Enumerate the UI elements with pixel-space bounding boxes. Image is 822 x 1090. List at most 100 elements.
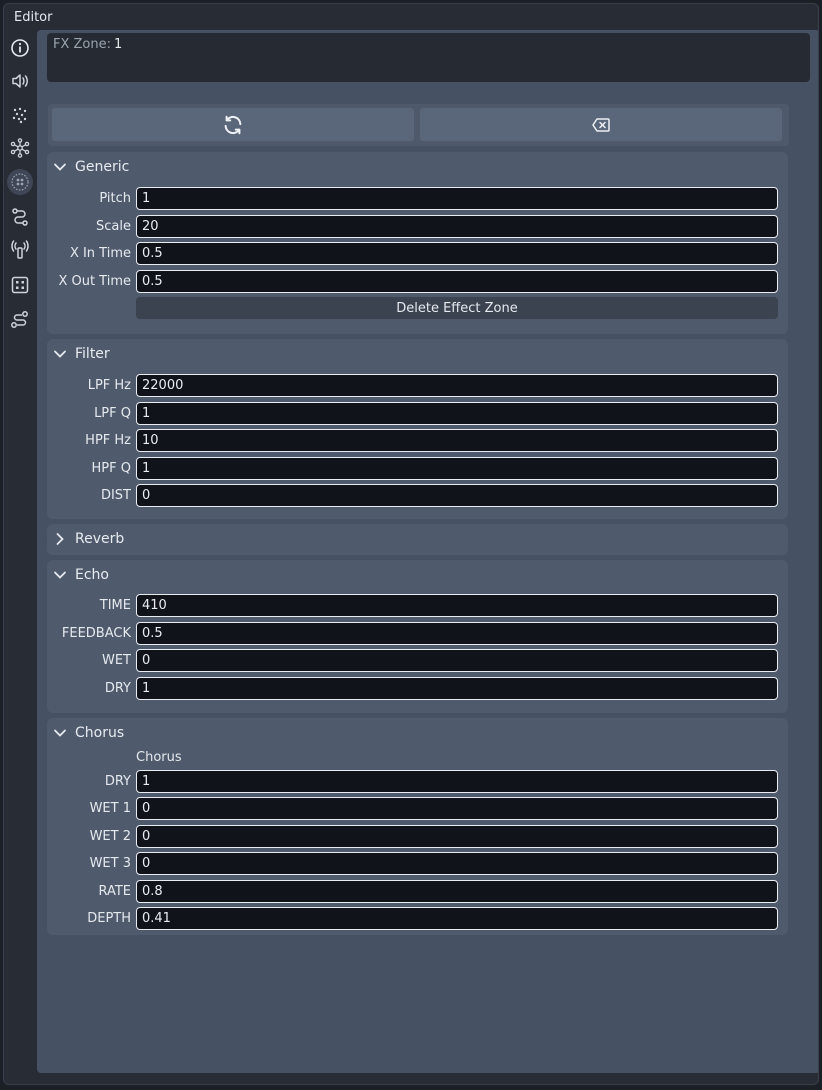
field-row: WET 1 0 — [47, 797, 788, 820]
chorus-wet3-input[interactable]: 0 — [136, 852, 778, 875]
field-label: HPF Hz — [85, 433, 131, 448]
speaker-icon[interactable] — [7, 68, 33, 94]
antenna-icon[interactable] — [7, 237, 33, 263]
section-generic-header[interactable]: Generic — [53, 156, 129, 178]
delete-effect-zone-button[interactable]: Delete Effect Zone — [136, 297, 778, 319]
field-label: WET 2 — [89, 829, 131, 844]
path-icon[interactable] — [7, 204, 33, 230]
fx-zone-header: FX Zone: 1 — [47, 33, 810, 82]
field-row: RATE 0.8 — [47, 880, 788, 903]
field-label: Pitch — [99, 191, 131, 206]
chevron-down-icon — [54, 163, 66, 171]
lpf-q-input[interactable]: 1 — [136, 402, 778, 425]
editor-window: Editor FX Zone: 1 Generic Pitch 1 Scale … — [3, 3, 819, 1085]
refresh-icon — [224, 115, 242, 134]
field-row: DRY 1 — [47, 770, 788, 793]
info-icon[interactable] — [7, 35, 33, 61]
field-row: X In Time 0.5 — [47, 242, 788, 265]
refresh-button[interactable] — [52, 108, 414, 141]
scale-input[interactable]: 20 — [136, 215, 778, 238]
pitch-input[interactable]: 1 — [136, 187, 778, 210]
field-label: DIST — [100, 488, 131, 503]
hpf-hz-input[interactable]: 10 — [136, 429, 778, 452]
section-chorus: Chorus Chorus DRY 1 WET 10 WET 20 WET 30 … — [47, 718, 788, 935]
backspace-icon — [592, 117, 610, 132]
field-label: TIME — [99, 598, 131, 613]
field-label: RATE — [98, 884, 131, 899]
chorus-rate-input[interactable]: 0.8 — [136, 880, 778, 903]
field-row: LPF Hz 22000 — [47, 374, 788, 397]
field-label: Scale — [96, 219, 131, 234]
dist-input[interactable]: 0 — [136, 484, 778, 507]
section-title: Echo — [75, 567, 109, 583]
field-row: DEPTH 0.41 — [47, 907, 788, 930]
dots-grid-icon[interactable] — [7, 102, 33, 128]
echo-wet-input[interactable]: 0 — [136, 649, 778, 672]
fx-zone-label: FX Zone: — [53, 37, 111, 52]
clear-button[interactable] — [420, 108, 782, 141]
fx-zone-value: 1 — [114, 37, 123, 52]
field-label: FEEDBACK — [61, 626, 131, 641]
section-title: Chorus — [75, 725, 125, 741]
chorus-wet2-input[interactable]: 0 — [136, 825, 778, 848]
echo-dry-input[interactable]: 1 — [136, 677, 778, 700]
field-row: WET 3 0 — [47, 852, 788, 875]
field-label: WET 1 — [89, 801, 131, 816]
field-row: Pitch 1 — [47, 187, 788, 210]
field-label: X In Time — [69, 246, 131, 261]
field-row: Scale 20 — [47, 215, 788, 238]
field-label: WET 3 — [89, 856, 131, 871]
sidebar — [4, 30, 36, 1080]
effect-zone-icon[interactable] — [7, 169, 33, 195]
window-title: Editor — [14, 10, 53, 25]
section-echo-header[interactable]: Echo — [53, 564, 109, 586]
dice-icon[interactable] — [7, 272, 33, 298]
field-label: LPF Hz — [87, 378, 131, 393]
field-row: X Out Time 0.5 — [47, 270, 788, 293]
section-title: Filter — [75, 346, 110, 362]
section-filter: Filter LPF Hz 22000 LPF Q1 HPF Hz 10 HPF Q… — [47, 339, 788, 519]
field-row: HPF Q 1 — [47, 457, 788, 480]
network-icon[interactable] — [7, 135, 33, 161]
section-chorus-header[interactable]: Chorus — [53, 722, 124, 744]
field-label: DRY — [104, 681, 131, 696]
field-label: HPF Q — [91, 461, 131, 476]
field-row: DRY 1 — [47, 677, 788, 700]
field-row: WET 0 — [47, 649, 788, 672]
chorus-subtitle: Chorus — [136, 750, 182, 765]
chevron-down-icon — [54, 729, 66, 737]
x-in-time-input[interactable]: 0.5 — [136, 242, 778, 265]
route-icon[interactable] — [7, 307, 33, 333]
chorus-wet1-input[interactable]: 0 — [136, 797, 778, 820]
field-row: TIME 410 — [47, 594, 788, 617]
chevron-right-icon — [56, 533, 64, 545]
section-reverb-header[interactable]: Reverb — [53, 528, 124, 550]
chorus-dry-input[interactable]: 1 — [136, 770, 778, 793]
field-row: HPF Hz 10 — [47, 429, 788, 452]
field-row: LPF Q 1 — [47, 402, 788, 425]
editor-panel: FX Zone: 1 Generic Pitch 1 Scale 20 X In T… — [37, 30, 818, 1073]
field-label: DEPTH — [87, 911, 131, 926]
echo-feedback-input[interactable]: 0.5 — [136, 622, 778, 645]
section-reverb[interactable]: Reverb — [47, 524, 788, 555]
section-generic: Generic Pitch 1 Scale 20 X In Time 0.5 X Ou… — [47, 152, 788, 334]
echo-time-input[interactable]: 410 — [136, 594, 778, 617]
chorus-depth-input[interactable]: 0.41 — [136, 907, 778, 930]
hpf-q-input[interactable]: 1 — [136, 457, 778, 480]
toolbar — [48, 104, 789, 146]
field-label: LPF Q — [94, 406, 131, 421]
lpf-hz-input[interactable]: 22000 — [136, 374, 778, 397]
x-out-time-input[interactable]: 0.5 — [136, 270, 778, 293]
field-row: DIST 0 — [47, 484, 788, 507]
section-filter-header[interactable]: Filter — [53, 343, 110, 365]
field-label: WET — [101, 653, 131, 668]
chevron-down-icon — [54, 571, 66, 579]
field-label: DRY — [104, 774, 131, 789]
chevron-down-icon — [54, 350, 66, 358]
title-bar: Editor — [4, 4, 818, 30]
section-echo: Echo TIME 410 FEEDBACK 0.5 WET 0 DRY 1 — [47, 560, 788, 713]
field-row: WET 2 0 — [47, 825, 788, 848]
section-title: Generic — [75, 159, 130, 175]
field-row: FEEDBACK 0.5 — [47, 622, 788, 645]
section-title: Reverb — [75, 531, 125, 547]
